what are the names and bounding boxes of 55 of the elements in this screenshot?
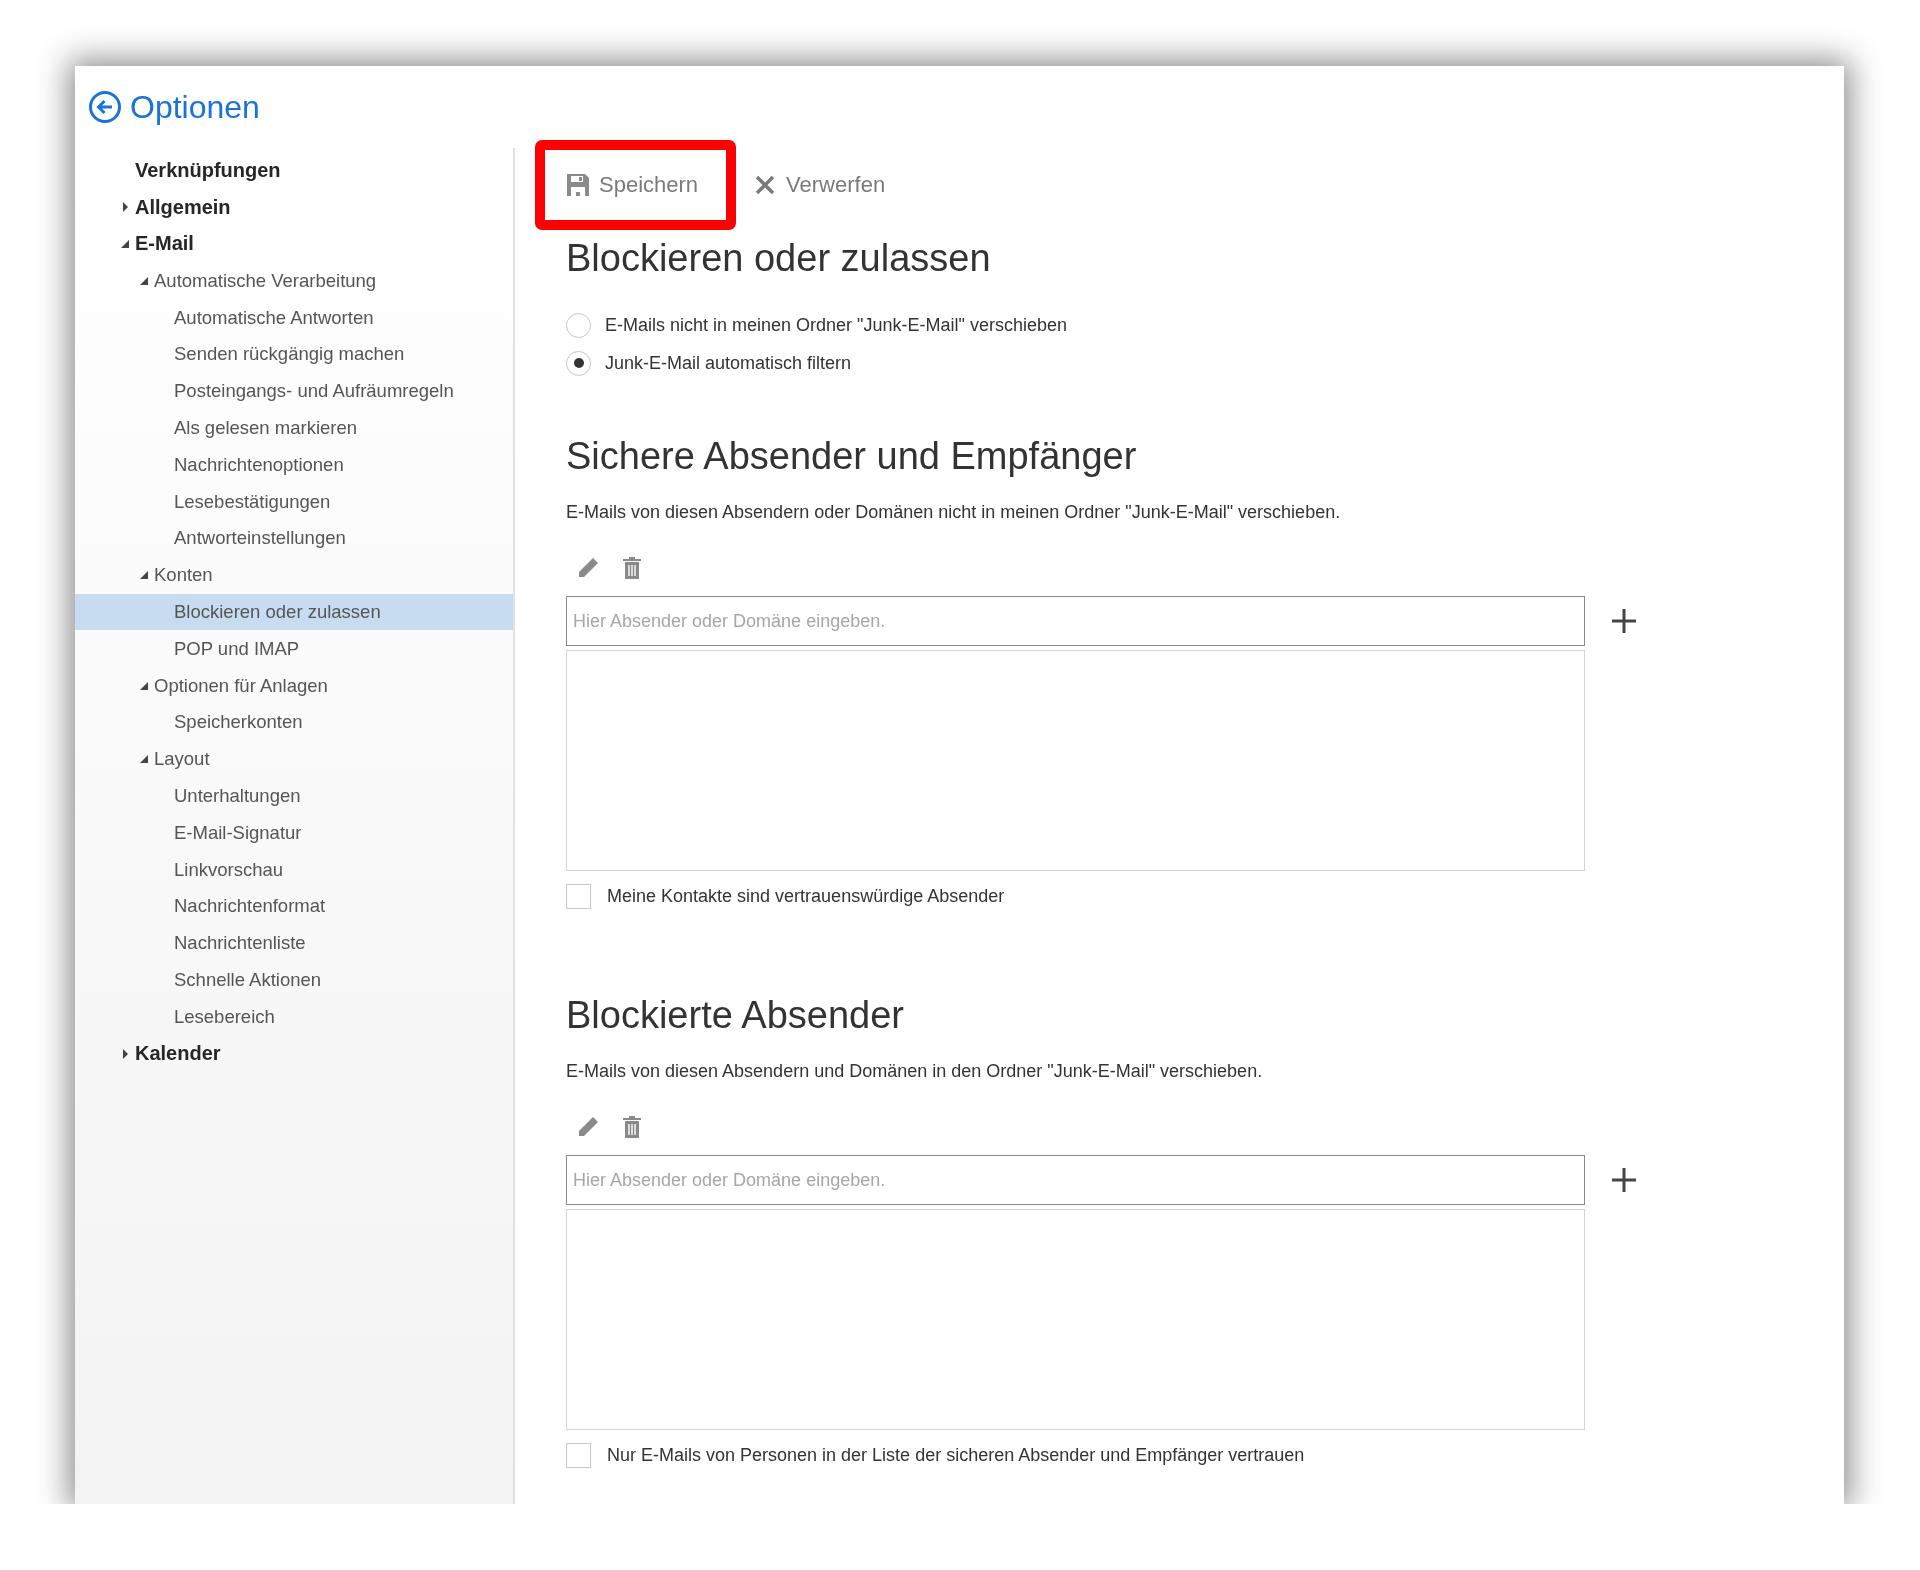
- collapsed-arrow-icon[interactable]: [121, 1048, 130, 1059]
- expanded-arrow-icon[interactable]: [140, 570, 149, 581]
- expanded-arrow-icon[interactable]: [121, 239, 130, 249]
- nav-item[interactable]: Nachrichtenoptionen: [75, 446, 513, 484]
- save-button[interactable]: Speichern: [535, 140, 737, 230]
- nav-item[interactable]: Posteingangs- und Aufräumregeln: [75, 372, 513, 410]
- nav-item[interactable]: Layout: [75, 740, 513, 778]
- nav-item[interactable]: Kalender: [75, 1035, 513, 1072]
- nav-item[interactable]: Lesebestätigungen: [75, 483, 513, 520]
- radio-label: Junk-E-Mail automatisch filtern: [605, 352, 852, 374]
- nav-item[interactable]: Konten: [75, 556, 513, 594]
- trash-icon[interactable]: [622, 1115, 642, 1139]
- nav-item[interactable]: Antworteinstellungen: [75, 519, 513, 557]
- nav-item[interactable]: Schnelle Aktionen: [75, 961, 513, 999]
- section-description: E-Mails von diesen Absendern und Domänen in den Ordner "Junk-E-Mail" verschieben.: [566, 1061, 1264, 1082]
- expanded-arrow-icon[interactable]: [140, 754, 149, 765]
- checkbox-label: Nur E-Mails von Personen in der Liste der sicheren Absender und Empfänger vertrauen: [607, 1445, 1305, 1466]
- sender-input-field[interactable]: Hier Absender oder Domäne eingeben.: [566, 1155, 1585, 1205]
- nav-item[interactable]: POP und IMAP: [75, 630, 513, 668]
- section-heading: Blockierte Absender: [566, 993, 905, 1038]
- back-icon[interactable]: [88, 90, 122, 124]
- sender-input-field[interactable]: Hier Absender oder Domäne eingeben.: [566, 596, 1585, 646]
- page-title: Optionen: [130, 88, 260, 126]
- add-icon[interactable]: [1611, 608, 1637, 634]
- nav-item[interactable]: Automatische Verarbeitung: [75, 262, 513, 300]
- pencil-icon[interactable]: [576, 556, 600, 580]
- nav-item[interactable]: Allgemein: [75, 188, 513, 226]
- nav-item[interactable]: Nachrichtenliste: [75, 924, 513, 962]
- section-heading: Sichere Absender und Empfänger: [566, 434, 1138, 479]
- nav-item[interactable]: Senden rückgängig machen: [75, 336, 513, 373]
- nav-item[interactable]: Automatische Antworten: [75, 299, 513, 336]
- nav-item[interactable]: Optionen für Anlagen: [75, 667, 513, 704]
- nav-item[interactable]: Lesebereich: [75, 998, 513, 1036]
- nav-item[interactable]: Speicherkonten: [75, 703, 513, 741]
- nav-item[interactable]: Unterhaltungen: [75, 777, 513, 815]
- checkbox-label: Meine Kontakte sind vertrauenswürdige Absender: [607, 886, 1005, 907]
- collapsed-arrow-icon[interactable]: [121, 202, 130, 213]
- trash-icon[interactable]: [622, 556, 642, 580]
- radio-label: E-Mails nicht in meinen Ordner "Junk-E-Mail" verschieben: [605, 314, 1067, 336]
- page-heading: Blockieren oder zulassen: [566, 236, 992, 281]
- section-description: E-Mails von diesen Absendern oder Domänen nicht in meinen Ordner "Junk-E-Mail" verschieben.: [566, 502, 1342, 523]
- nav-item[interactable]: Blockieren oder zulassen: [75, 593, 513, 631]
- nav-item[interactable]: E-Mail-Signatur: [75, 814, 513, 852]
- nav-item[interactable]: E-Mail: [75, 225, 513, 263]
- checkbox[interactable]: [566, 1443, 591, 1468]
- nav-item[interactable]: Nachrichtenformat: [75, 887, 513, 925]
- add-icon[interactable]: [1611, 1167, 1637, 1193]
- nav-item[interactable]: Als gelesen markieren: [75, 409, 513, 447]
- checkbox[interactable]: [566, 884, 591, 909]
- nav-item[interactable]: Linkvorschau: [75, 851, 513, 888]
- pencil-icon[interactable]: [576, 1115, 600, 1139]
- expanded-arrow-icon[interactable]: [140, 680, 149, 691]
- expanded-arrow-icon[interactable]: [140, 275, 149, 286]
- close-icon: [754, 174, 777, 196]
- nav-item[interactable]: Verknüpfungen: [75, 152, 513, 189]
